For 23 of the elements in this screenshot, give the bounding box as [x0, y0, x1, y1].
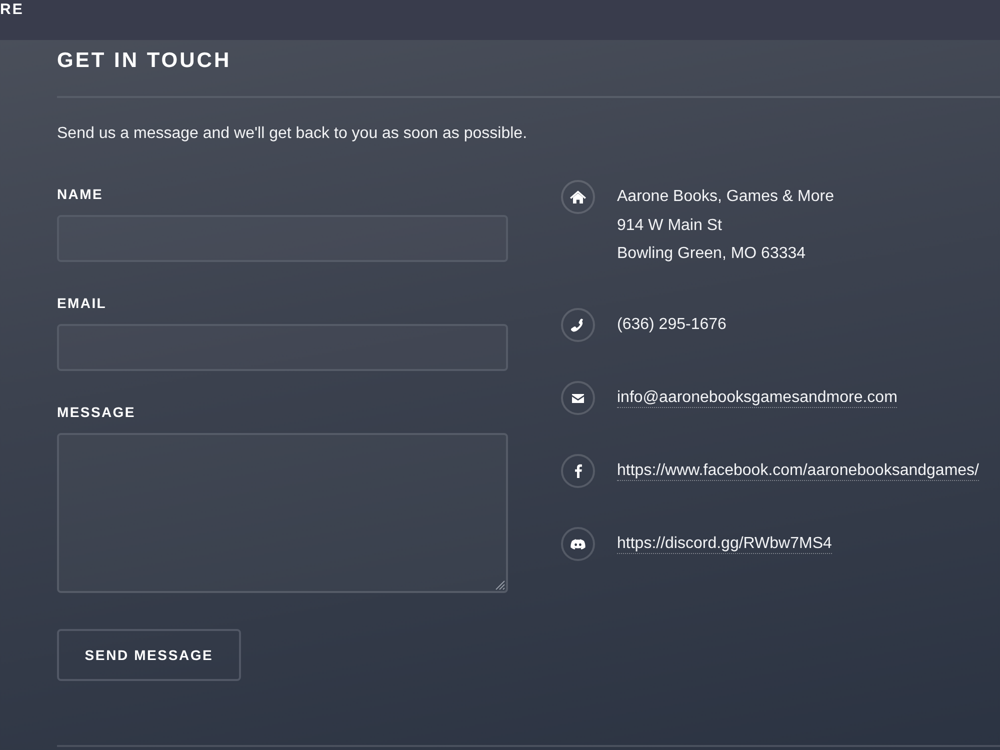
phone-number: (636) 295-1676	[617, 316, 726, 332]
discord-link[interactable]: https://discord.gg/RWbw7MS4	[617, 534, 832, 554]
discord-icon	[561, 526, 595, 560]
address-line: 914 W Main St	[617, 216, 722, 234]
field-label: NAME	[57, 185, 104, 203]
email-link[interactable]: info@aaronebooksgamesandmore.com	[617, 388, 898, 408]
field-label: MESSAGE	[57, 403, 136, 421]
send-message-button[interactable]: SEND MESSAGE	[57, 629, 241, 681]
facebook-icon	[561, 454, 595, 488]
phone-icon	[561, 308, 595, 342]
address-line: Aarone Books, Games & More	[617, 188, 834, 205]
facebook-link[interactable]: https://www.facebook.com/aaronebooksandgames/	[617, 462, 979, 480]
resize-grip-icon[interactable]	[495, 580, 505, 590]
name-field[interactable]	[57, 215, 508, 262]
address-line: Bowling Green, MO 63334	[617, 245, 806, 262]
brand-text[interactable]: RE	[0, 1, 24, 19]
message-field[interactable]	[57, 433, 508, 593]
intro-text: Send us a message and we'll get back to you as soon as possible.	[57, 124, 528, 144]
envelope-icon	[561, 380, 595, 414]
house-icon	[561, 180, 595, 214]
email-field[interactable]	[57, 324, 508, 371]
section-title: GET IN TOUCH	[57, 48, 232, 74]
field-label: EMAIL	[57, 294, 107, 312]
